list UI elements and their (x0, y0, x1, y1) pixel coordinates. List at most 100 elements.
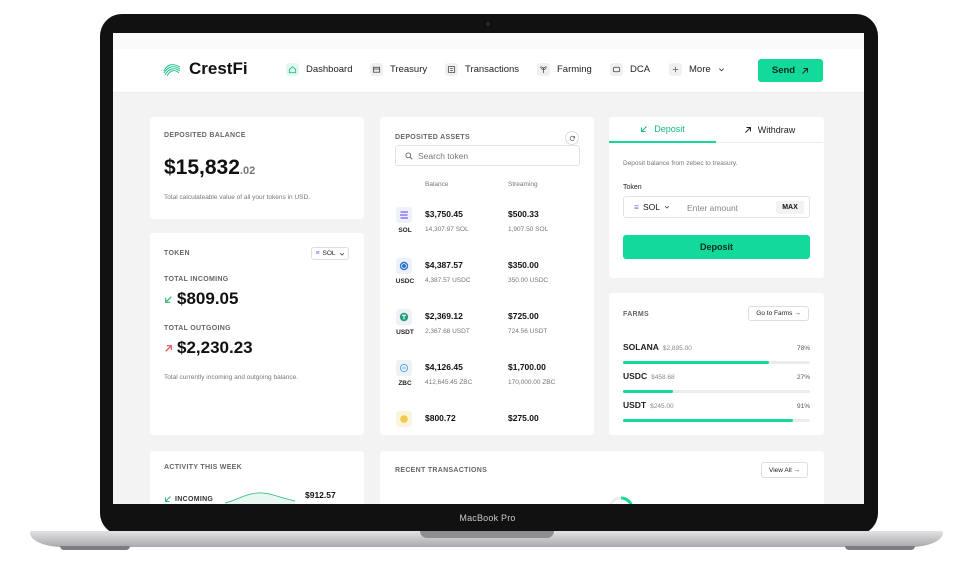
asset-streaming-token: 350.00 USDC (508, 277, 549, 284)
token-selector[interactable]: ≡ SOL (311, 247, 349, 260)
token-dropdown-label: SOL (642, 202, 660, 212)
asset-row[interactable]: ZBC $4,126.45 412,645.45 ZBC $1,700.00 1… (394, 360, 584, 400)
zbc-icon (396, 360, 412, 376)
token-card: TOKEN ≡ SOL TOTAL INCOMING $809.05 TOTAL… (150, 233, 364, 435)
nav-item-treasury[interactable]: Treasury (370, 63, 427, 76)
token-dropdown[interactable]: ≡ SOL (634, 202, 670, 212)
nav-item-dca[interactable]: DCA (610, 63, 650, 76)
card-title: DEPOSITED BALANCE (164, 132, 246, 139)
nav-item-label: More (689, 64, 711, 75)
farm-name: USDT (623, 400, 647, 410)
arrow-up-right-icon (165, 344, 172, 352)
incoming-sparkline (225, 492, 295, 504)
nav-item-label: Treasury (390, 64, 428, 75)
camera-icon (486, 22, 490, 26)
farm-percent: 91% (796, 403, 810, 410)
asset-streaming-usd: $350.00 (508, 260, 539, 270)
asset-streaming-usd: $725.00 (508, 311, 539, 321)
asset-streaming-usd: $1,700.00 (508, 362, 546, 372)
search-placeholder: Search token (418, 150, 469, 161)
nav-item-transactions[interactable]: Transactions (445, 63, 519, 76)
asset-row[interactable]: $800.72 $275.00 (394, 411, 584, 435)
asset-balance-usd: $4,126.45 (425, 362, 463, 372)
tab-label: Withdraw (757, 124, 796, 135)
tab-withdraw[interactable]: Withdraw (716, 117, 823, 143)
total-incoming-value: $809.05 (177, 289, 239, 308)
treasury-icon (370, 63, 383, 76)
activity-incoming: INCOMING (164, 495, 213, 503)
deposited-balance-amount: $15,832.02 (164, 156, 255, 180)
arrow-up-right-icon (802, 67, 809, 74)
card-title: DEPOSITED ASSETS (395, 134, 470, 141)
farm-progress-track (623, 390, 810, 393)
farm-progress-track (623, 419, 810, 422)
farm-percent: 27% (796, 374, 810, 381)
browser-top-strip (113, 33, 864, 49)
farm-name: USDC (623, 371, 648, 381)
farm-progress-fill (623, 390, 674, 393)
asset-symbol: ZBC (398, 380, 412, 387)
asset-streaming-token: 1,907.50 SOL (508, 226, 549, 233)
tab-deposit[interactable]: Deposit (609, 117, 716, 143)
transfer-card: Deposit Withdraw Deposit balance from ze… (609, 117, 824, 278)
activity-incoming-value: $912.57 (305, 490, 336, 500)
crestfi-logo-icon (163, 64, 181, 77)
usdt-icon (396, 309, 412, 325)
farm-value: $458.68 (651, 374, 675, 381)
laptop-notch (420, 531, 554, 538)
more-icon (669, 63, 682, 76)
card-title: FARMS (623, 311, 649, 318)
go-to-farms-button[interactable]: Go to Farms → (748, 306, 809, 321)
farm-progress-track (623, 361, 810, 364)
sol-icon: ≡ (315, 250, 320, 257)
view-all-button[interactable]: View All → (761, 462, 808, 478)
tab-label: Deposit (654, 124, 685, 134)
farm-row[interactable]: USDT $245.00 91% (623, 395, 810, 422)
brand-logo[interactable]: CrestFi (161, 58, 248, 80)
send-button[interactable]: Send (758, 59, 823, 82)
asset-streaming-token: 170,000.00 ZBC (508, 379, 556, 386)
farm-row[interactable]: USDC $458.68 27% (623, 366, 810, 393)
asset-balance-token: 4,387.57 USDC (425, 277, 471, 284)
activity-incoming-label: INCOMING (175, 495, 214, 503)
refresh-button[interactable] (565, 131, 579, 145)
nav-item-dashboard[interactable]: Dashboard (286, 63, 352, 76)
asset-symbol: USDC (395, 278, 415, 285)
deposited-assets-card: DEPOSITED ASSETS Search token Balance St… (380, 117, 594, 435)
asset-streaming-usd: $500.33 (508, 209, 539, 219)
usdc-icon (396, 258, 412, 274)
max-button[interactable]: MAX (776, 201, 804, 214)
column-header-streaming: Streaming (508, 181, 538, 188)
deposit-button[interactable]: Deposit (623, 235, 810, 259)
asset-row[interactable]: USDT $2,369.12 2,367.68 USDT $725.00 724… (394, 309, 584, 349)
card-description: Total currently incoming and outgoing ba… (164, 374, 299, 381)
transactions-icon (445, 63, 458, 76)
transfer-description: Deposit balance from zebec to treasury. (623, 160, 738, 167)
nav-item-label: Dashboard (306, 64, 353, 75)
nav-item-more[interactable]: More (669, 63, 725, 76)
column-header-balance: Balance (425, 181, 449, 188)
asset-balance-usd: $2,369.12 (425, 311, 463, 321)
asset-balance-usd: $3,750.45 (425, 209, 463, 219)
farm-value: $2,895.00 (662, 345, 692, 352)
nav-item-label: Transactions (465, 64, 520, 75)
brand-name: CrestFi (189, 59, 248, 78)
asset-row[interactable]: USDC $4,387.57 4,387.57 USDC $350.00 350… (394, 258, 584, 298)
card-title: ACTIVITY THIS WEEK (164, 464, 242, 471)
asset-symbol: USDT (396, 329, 414, 336)
nav-item-farming[interactable]: Farming (537, 63, 592, 76)
nav-item-label: Farming (557, 64, 592, 75)
laptop-foot (845, 546, 915, 550)
arrow-down-left-icon (165, 496, 171, 502)
deposit-amount-field: ≡ SOL Enter amount MAX (623, 196, 810, 218)
farm-progress-fill (623, 361, 769, 364)
token-selector-label: SOL (322, 250, 336, 257)
amount-input[interactable]: Enter amount (687, 203, 738, 213)
loading-spinner-icon (609, 496, 633, 504)
farm-row[interactable]: SOLANA $2,895.00 78% (623, 337, 810, 364)
asset-row[interactable]: SOL $3,750.45 14,307.97 SOL $500.33 1,90… (394, 207, 584, 247)
search-input[interactable]: Search token (395, 145, 580, 166)
chevron-down-icon (664, 205, 670, 209)
total-outgoing: $2,230.23 (164, 338, 253, 358)
arrow-up-right-icon (744, 126, 751, 133)
